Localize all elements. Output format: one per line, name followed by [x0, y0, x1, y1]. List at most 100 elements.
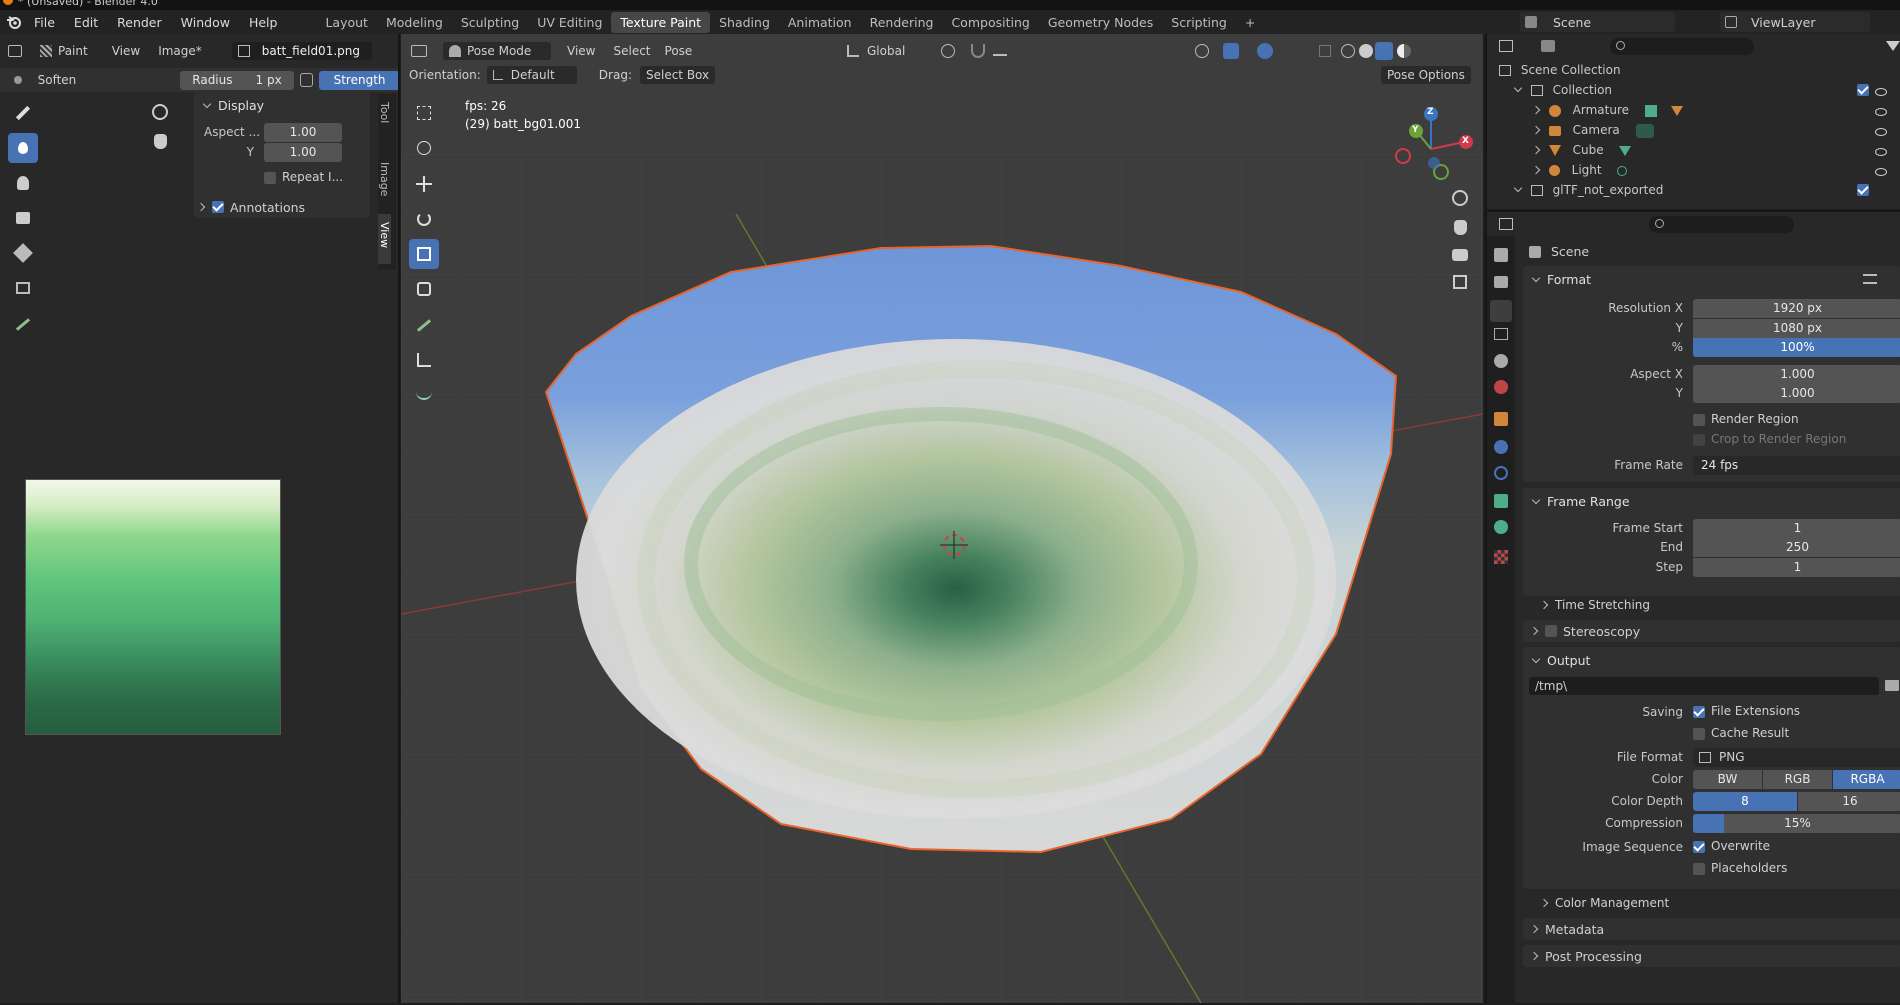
- frame-range-header[interactable]: Frame Range: [1529, 494, 1630, 509]
- viewport-menu-view[interactable]: View: [567, 44, 595, 58]
- tool-draw[interactable]: [8, 98, 38, 128]
- aspect-y-field[interactable]: 1.000: [1693, 384, 1900, 403]
- pressure-icon[interactable]: [299, 73, 314, 87]
- snap-magnet-icon[interactable]: [971, 44, 985, 58]
- strength-field[interactable]: Strength: [319, 70, 400, 90]
- outliner-row-armature[interactable]: Armature: [1487, 100, 1900, 120]
- tab-view[interactable]: View: [378, 214, 391, 264]
- file-extensions-checkbox[interactable]: File Extensions: [1693, 704, 1800, 718]
- tool-tab-icon[interactable]: [1494, 248, 1508, 262]
- scene-tab-icon[interactable]: [1494, 354, 1508, 368]
- cache-result-checkbox[interactable]: Cache Result: [1693, 726, 1789, 740]
- tool-scale[interactable]: [409, 239, 439, 269]
- xray-icon[interactable]: [1319, 45, 1331, 57]
- tool-annotate-3d[interactable]: [409, 310, 439, 340]
- properties-editor-icon[interactable]: [1499, 218, 1513, 230]
- tool-bend[interactable]: [409, 381, 439, 411]
- aspect-x-field[interactable]: 1.00: [264, 123, 342, 142]
- output-tab-icon[interactable]: [1490, 300, 1512, 322]
- brush-name[interactable]: Soften: [38, 73, 143, 87]
- zoom-icon[interactable]: [152, 104, 168, 120]
- render-region-checkbox[interactable]: Render Region: [1693, 412, 1799, 426]
- zoom-view-icon[interactable]: [1452, 190, 1468, 206]
- menu-help[interactable]: Help: [249, 15, 278, 30]
- transform-orientation-selector[interactable]: Global: [847, 44, 905, 58]
- crop-region-checkbox[interactable]: Crop to Render Region: [1693, 432, 1846, 446]
- orientation-selector[interactable]: Default: [486, 66, 577, 84]
- viewport-editor-type-icon[interactable]: [411, 45, 427, 57]
- object-tab-icon[interactable]: [1494, 412, 1508, 426]
- constraint-tab-icon[interactable]: [1494, 494, 1508, 508]
- tool-transform[interactable]: [409, 274, 439, 304]
- navigation-gizmo[interactable]: Z X Y: [1386, 104, 1476, 194]
- outliner-row-cube[interactable]: Cube: [1487, 140, 1900, 160]
- texture-tab-icon[interactable]: [1494, 550, 1508, 564]
- stereoscopy-panel[interactable]: Stereoscopy: [1523, 620, 1900, 642]
- outliner-row-camera[interactable]: Camera: [1487, 120, 1900, 140]
- pose-mode-selector[interactable]: Pose Mode: [443, 42, 551, 60]
- stereoscopy-checkbox[interactable]: [1545, 625, 1557, 637]
- tool-move[interactable]: [409, 169, 439, 199]
- tool-mask[interactable]: [8, 273, 38, 303]
- viewport[interactable]: Pose Mode View Select Pose Global Orient…: [401, 34, 1483, 1003]
- post-processing-panel[interactable]: Post Processing: [1523, 945, 1900, 967]
- eye-icon[interactable]: [1875, 148, 1887, 156]
- tab-tool[interactable]: Tool: [378, 94, 391, 154]
- panel-divider[interactable]: [398, 34, 400, 1003]
- annotations-checkbox[interactable]: [212, 201, 224, 213]
- filter-icon[interactable]: [1886, 41, 1900, 51]
- view-layer-selector[interactable]: ViewLayer: [1720, 12, 1870, 32]
- collection-include-checkbox[interactable]: [1857, 84, 1869, 96]
- drag-selector[interactable]: Select Box: [639, 66, 716, 84]
- physics-tab-icon[interactable]: [1494, 466, 1508, 480]
- viewport-menu-select[interactable]: Select: [613, 44, 650, 58]
- tab-uv-editing[interactable]: UV Editing: [528, 12, 611, 33]
- outliner-root-row[interactable]: Scene Collection: [1487, 60, 1900, 80]
- depth-16-button[interactable]: 16: [1798, 792, 1900, 811]
- menu-render[interactable]: Render: [117, 15, 162, 30]
- shading-solid-icon[interactable]: [1359, 44, 1373, 58]
- pose-options-button[interactable]: Pose Options: [1381, 66, 1471, 84]
- tab-geometry-nodes[interactable]: Geometry Nodes: [1039, 12, 1162, 33]
- tool-cursor[interactable]: [409, 133, 439, 163]
- annotations-panel[interactable]: Annotations: [194, 196, 370, 218]
- paint-mode-selector[interactable]: Paint: [40, 44, 88, 58]
- depth-8-button[interactable]: 8: [1693, 792, 1797, 811]
- menu-file[interactable]: File: [34, 15, 55, 30]
- color-management-subpanel[interactable]: Color Management: [1537, 896, 1669, 910]
- shading-material-icon[interactable]: [1375, 42, 1393, 60]
- gizmo-toggle-icon[interactable]: [1223, 43, 1239, 59]
- overwrite-checkbox[interactable]: Overwrite: [1693, 839, 1770, 853]
- overlay-toggle-icon[interactable]: [1257, 43, 1273, 59]
- color-rgba-button[interactable]: RGBA: [1833, 770, 1900, 789]
- tool-select-box[interactable]: [409, 98, 439, 128]
- format-panel-header[interactable]: Format: [1529, 272, 1591, 287]
- pan-hand-icon[interactable]: [154, 134, 167, 149]
- eye-icon[interactable]: [1875, 108, 1887, 116]
- tab-layout[interactable]: Layout: [316, 12, 377, 33]
- outliner-editor-icon[interactable]: [1499, 40, 1513, 52]
- blender-menu-icon[interactable]: [6, 14, 22, 30]
- pivot-icon[interactable]: [941, 44, 955, 58]
- file-format-select[interactable]: PNG: [1693, 748, 1900, 767]
- menu-window[interactable]: Window: [181, 15, 230, 30]
- menu-image[interactable]: Image*: [158, 44, 202, 58]
- tool-fill[interactable]: [8, 238, 38, 268]
- frame-rate-select[interactable]: 24 fps: [1693, 456, 1900, 475]
- texture-image[interactable]: [25, 479, 281, 735]
- properties-search-input[interactable]: [1649, 215, 1794, 233]
- shading-wireframe-icon[interactable]: [1341, 44, 1355, 58]
- view-layer-tab-icon[interactable]: [1494, 328, 1508, 340]
- tab-animation[interactable]: Animation: [779, 12, 861, 33]
- tool-measure[interactable]: [409, 345, 439, 375]
- display-mode-icon[interactable]: [1540, 40, 1555, 52]
- eye-icon[interactable]: [1875, 128, 1887, 136]
- tab-scripting[interactable]: Scripting: [1162, 12, 1236, 33]
- tab-image[interactable]: Image: [378, 154, 391, 214]
- tab-compositing[interactable]: Compositing: [942, 12, 1038, 33]
- camera-view-icon[interactable]: [1452, 249, 1468, 261]
- placeholders-checkbox[interactable]: Placeholders: [1693, 861, 1787, 875]
- compression-slider[interactable]: 15%: [1693, 814, 1900, 833]
- presets-icon[interactable]: [1863, 274, 1877, 284]
- metadata-panel[interactable]: Metadata: [1523, 918, 1900, 940]
